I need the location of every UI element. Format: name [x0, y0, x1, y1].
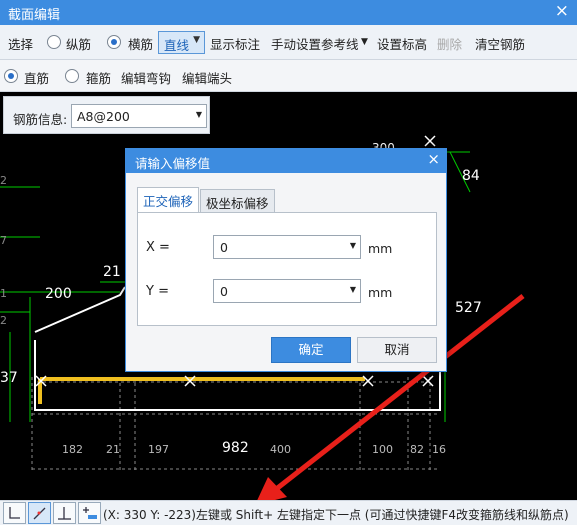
hoop-radio[interactable]	[65, 69, 79, 83]
edit-end-button[interactable]: 编辑端头	[182, 68, 232, 87]
dim-84: 84	[462, 168, 480, 184]
y-label: Y =	[146, 284, 169, 299]
status-bar: (X: 330 Y: -223)左键或 Shift+ 左键指定下一点 (可通过快…	[0, 500, 577, 525]
tab-polar[interactable]: 极坐标偏移	[200, 189, 275, 212]
x-label: X =	[146, 240, 170, 255]
longitudinal-label: 纵筋	[66, 37, 92, 52]
straight-radio[interactable]	[4, 69, 18, 83]
perpendicular-icon[interactable]	[53, 502, 76, 524]
chevron-down-icon[interactable]: ▼	[350, 241, 356, 250]
longitudinal-radio[interactable]	[47, 35, 61, 49]
rebar-info-value: A8@200	[77, 109, 130, 124]
dim-197: 197	[148, 443, 169, 456]
arrow-head-icon	[257, 477, 287, 500]
dim-982: 982	[222, 440, 249, 456]
line-snap-icon[interactable]	[28, 502, 51, 524]
y-offset-input[interactable]: 0 ▼	[213, 279, 361, 303]
tab-orthogonal[interactable]: 正交偏移	[137, 187, 200, 212]
window-title: 截面编辑	[8, 8, 61, 23]
dim-527: 527	[455, 300, 482, 316]
left-mark: 37	[0, 370, 18, 386]
clear-rebar-button[interactable]: 清空钢筋	[475, 34, 525, 53]
x-offset-input[interactable]: 0 ▼	[213, 235, 361, 259]
x-unit: mm	[368, 241, 393, 256]
dim-182: 182	[62, 443, 83, 456]
close-icon[interactable]: ×	[427, 150, 440, 168]
offset-point-icon[interactable]	[78, 502, 101, 524]
left-mark: 2	[0, 314, 7, 327]
left-mark: 1	[0, 287, 7, 300]
set-elevation-button[interactable]: 设置标高	[377, 34, 427, 53]
left-mark: 2	[0, 174, 7, 187]
delete-button[interactable]: 删除	[437, 34, 462, 53]
window-close-icon[interactable]: ×	[555, 1, 569, 21]
dim-16: 16	[432, 443, 446, 456]
offset-dialog: 请输入偏移值 × 正交偏移 极坐标偏移 X = 0 ▼ mm Y = 0 ▼ m…	[125, 148, 447, 372]
toolbar-secondary: 直筋 箍筋 编辑弯钩 编辑端头	[0, 60, 577, 92]
show-dims-button[interactable]: 显示标注	[210, 34, 260, 53]
window-titlebar: 截面编辑 ×	[0, 0, 577, 25]
left-mark: 7	[0, 234, 7, 247]
ortho-snap-icon[interactable]	[3, 502, 26, 524]
line-mode-dropdown[interactable]: 直线 ▼	[158, 31, 205, 54]
chevron-down-icon[interactable]: ▼	[350, 285, 356, 294]
edit-hook-button[interactable]: 编辑弯钩	[121, 68, 171, 87]
dim-21: 21	[103, 264, 121, 280]
status-message: (X: 330 Y: -223)左键或 Shift+ 左键指定下一点 (可通过快…	[103, 508, 569, 522]
stirrup-radio[interactable]	[107, 35, 121, 49]
chevron-down-icon[interactable]: ▼	[361, 37, 368, 47]
rebar-info-panel: 钢筋信息: A8@200 ▼	[3, 96, 210, 134]
dialog-title: 请输入偏移值	[135, 156, 211, 171]
x-offset-value: 0	[220, 240, 228, 255]
chevron-down-icon: ▼	[195, 110, 202, 119]
dim-200: 200	[45, 286, 72, 302]
dim-82: 82	[410, 443, 424, 456]
select-button[interactable]: 选择	[8, 34, 33, 53]
dim-100: 100	[372, 443, 393, 456]
dialog-titlebar: 请输入偏移值 ×	[126, 149, 446, 173]
cancel-button[interactable]: 取消	[357, 337, 437, 363]
y-unit: mm	[368, 285, 393, 300]
y-offset-value: 0	[220, 284, 228, 299]
ok-button[interactable]: 确定	[271, 337, 351, 363]
stirrup-label: 横筋	[128, 37, 154, 52]
chevron-down-icon: ▼	[193, 35, 200, 45]
straight-label: 直筋	[24, 71, 50, 86]
tab-panel: X = 0 ▼ mm Y = 0 ▼ mm	[137, 212, 437, 326]
rebar-info-label: 钢筋信息:	[13, 112, 68, 127]
line-mode-label: 直线	[164, 38, 190, 53]
dim-400: 400	[270, 443, 291, 456]
manual-ref-button[interactable]: 手动设置参考线	[271, 34, 359, 53]
rebar-info-select[interactable]: A8@200 ▼	[71, 104, 207, 128]
dim-21b: 21	[106, 443, 120, 456]
hoop-label: 箍筋	[86, 71, 112, 86]
toolbar-main: 选择 纵筋 横筋 直线 ▼ 显示标注 手动设置参考线 ▼ 设置标高 删除 清空钢…	[0, 25, 577, 60]
